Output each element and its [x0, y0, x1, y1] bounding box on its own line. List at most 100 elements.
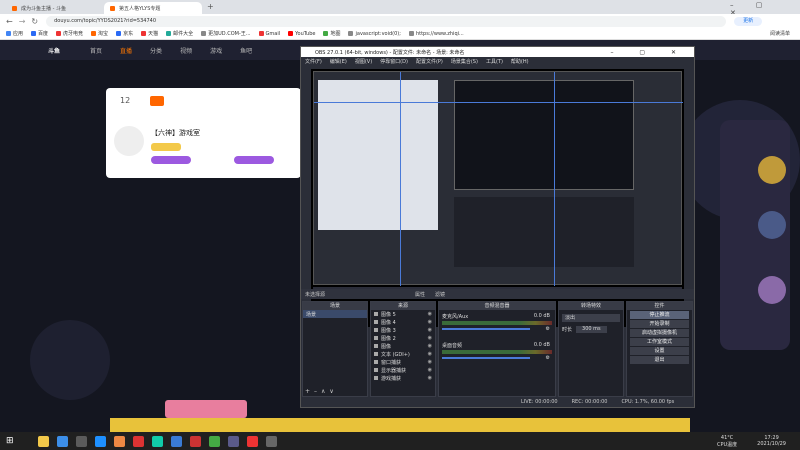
browser-tab-2[interactable]: 第五人格YLYS专题 [104, 2, 202, 14]
clock[interactable]: 17:29 2021/10/29 [757, 435, 786, 447]
volume-slider[interactable] [442, 357, 530, 359]
source-type-icon [374, 328, 378, 332]
site-nav-item[interactable]: 游戏 [210, 46, 222, 55]
bookmark-item[interactable]: 天猫 [141, 30, 158, 37]
bookmark-item[interactable]: 更加UD.COM-王... [201, 30, 251, 37]
tag-badge[interactable] [151, 156, 191, 164]
visibility-icon[interactable]: ◉ [428, 367, 432, 373]
control-button[interactable]: 停止推流 [630, 311, 689, 319]
source-item[interactable]: 图像 5 ◉ [371, 310, 435, 318]
bookmark-item[interactable]: 应用 [6, 30, 23, 37]
bookmark-item[interactable]: Gmail [258, 31, 280, 37]
bookmark-item[interactable]: 淘宝 [91, 30, 108, 37]
source-item[interactable]: 显示器捕获 ◉ [371, 366, 435, 374]
site-nav-item[interactable]: 直播 [120, 46, 132, 55]
bookmark-item[interactable]: 邮件大全 [166, 30, 193, 37]
obs-menu-item[interactable]: 文件(F) [305, 58, 322, 65]
taskbar-app-icon[interactable] [265, 435, 277, 447]
new-tab-icon[interactable]: + [207, 2, 214, 11]
taskbar-app-icon[interactable] [94, 435, 106, 447]
bookmark-item[interactable]: 京东 [116, 30, 133, 37]
taskbar-app-icon[interactable] [151, 435, 163, 447]
filters-button[interactable]: 滤镜 [435, 291, 445, 298]
obs-menu-item[interactable]: 工具(T) [486, 58, 503, 65]
control-button[interactable]: 工作室模式 [630, 338, 689, 346]
taskbar-app-icon[interactable] [113, 435, 125, 447]
bookmark-item[interactable]: 虎牙电竞 [56, 30, 83, 37]
obs-menu-item[interactable]: 视图(V) [355, 58, 372, 65]
site-nav-item[interactable]: 分类 [150, 46, 162, 55]
control-button[interactable]: 开始录制 [630, 320, 689, 328]
visibility-icon[interactable]: ◉ [428, 343, 432, 349]
source-type-icon [374, 368, 378, 372]
source-type-icon [374, 344, 378, 348]
gear-icon[interactable]: ⚙ [546, 355, 550, 361]
control-button[interactable]: 启动虚拟摄像机 [630, 329, 689, 337]
windows-start-icon[interactable]: ⊞ [6, 436, 14, 446]
weather-widget[interactable]: 41°C CPU温度 [717, 435, 737, 448]
obs-menu-item[interactable]: 编辑(E) [330, 58, 347, 65]
taskbar-app-icon[interactable] [170, 435, 182, 447]
taskbar-app-icon[interactable] [75, 435, 87, 447]
taskbar-app-icon[interactable] [246, 435, 258, 447]
obs-menu-item[interactable]: 帮助(H) [511, 58, 529, 65]
properties-button[interactable]: 属性 [415, 291, 425, 298]
visibility-icon[interactable]: ◉ [428, 311, 432, 317]
taskbar-apps [34, 435, 281, 447]
bookmark-favicon-icon [323, 31, 329, 36]
address-bar[interactable]: douyu.com/topic/YYDS2021?rid=534740 [46, 15, 727, 27]
obs-window-controls[interactable]: – ▢ ✕ [610, 49, 688, 56]
reload-icon[interactable]: ↻ [31, 17, 38, 26]
browser-tab-1[interactable]: 成为斗鱼主播 - 斗鱼 [6, 2, 101, 14]
visibility-icon[interactable]: ◉ [428, 359, 432, 365]
visibility-icon[interactable]: ◉ [428, 351, 432, 357]
source-item[interactable]: 游戏捕获 ◉ [371, 374, 435, 382]
taskbar-app-icon[interactable] [132, 435, 144, 447]
taskbar-app-icon[interactable] [227, 435, 239, 447]
source-item[interactable]: 图像 4 ◉ [371, 318, 435, 326]
source-item[interactable]: 图像 ◉ [371, 342, 435, 350]
profile-update-button[interactable]: 更新 [734, 16, 763, 26]
visibility-icon[interactable]: ◉ [428, 319, 432, 325]
obs-menu-item[interactable]: 停靠窗口(D) [380, 58, 408, 65]
bookmark-item[interactable]: 百度 [31, 30, 48, 37]
gear-icon[interactable]: ⚙ [546, 326, 550, 332]
back-icon[interactable]: ← [6, 17, 13, 26]
site-nav-item[interactable]: 首页 [90, 46, 102, 55]
site-nav-item[interactable]: 视频 [180, 46, 192, 55]
bookmark-item[interactable]: 地图 [323, 30, 340, 37]
source-item[interactable]: 窗口捕获 ◉ [371, 358, 435, 366]
bookmark-item[interactable]: YouTube [288, 31, 315, 37]
volume-slider[interactable] [442, 328, 530, 330]
avatar[interactable] [114, 126, 144, 156]
source-item[interactable]: 图像 2 ◉ [371, 334, 435, 342]
obs-menu-item[interactable]: 场景集合(S) [451, 58, 478, 65]
source-item[interactable]: 文本 (GDI+) ◉ [371, 350, 435, 358]
bookmark-favicon-icon [91, 31, 97, 36]
source-item[interactable]: 图像 3 ◉ [371, 326, 435, 334]
control-button[interactable]: 退出 [630, 356, 689, 364]
obs-menu-item[interactable]: 配置文件(P) [416, 58, 443, 65]
gift-icon[interactable] [150, 96, 164, 106]
taskbar-app-icon[interactable] [208, 435, 220, 447]
forward-icon[interactable]: → [19, 17, 26, 26]
promo-tooltip[interactable] [165, 400, 247, 418]
bookmark-item[interactable]: https://www.zhiqi... [408, 31, 464, 37]
duration-field[interactable]: 300 ms [576, 326, 607, 333]
site-nav-item[interactable]: 鱼吧 [240, 46, 252, 55]
scene-item[interactable]: 场景 [303, 310, 367, 318]
bookmark-favicon-icon [116, 31, 122, 36]
taskbar-app-icon[interactable] [56, 435, 68, 447]
bookmark-item[interactable]: javascript:void(0); [348, 31, 401, 37]
visibility-icon[interactable]: ◉ [428, 375, 432, 381]
taskbar-app-icon[interactable] [189, 435, 201, 447]
control-button[interactable]: 设置 [630, 347, 689, 355]
visibility-icon[interactable]: ◉ [428, 335, 432, 341]
reading-list-button[interactable]: 阅读清单 [770, 30, 790, 37]
site-logo[interactable]: 斗鱼 [48, 46, 60, 55]
visibility-icon[interactable]: ◉ [428, 327, 432, 333]
taskbar-app-icon[interactable] [37, 435, 49, 447]
scene-controls[interactable]: +–∧∨ [305, 388, 338, 395]
transition-select[interactable]: 淡出 [562, 314, 620, 322]
tag-badge[interactable] [234, 156, 274, 164]
